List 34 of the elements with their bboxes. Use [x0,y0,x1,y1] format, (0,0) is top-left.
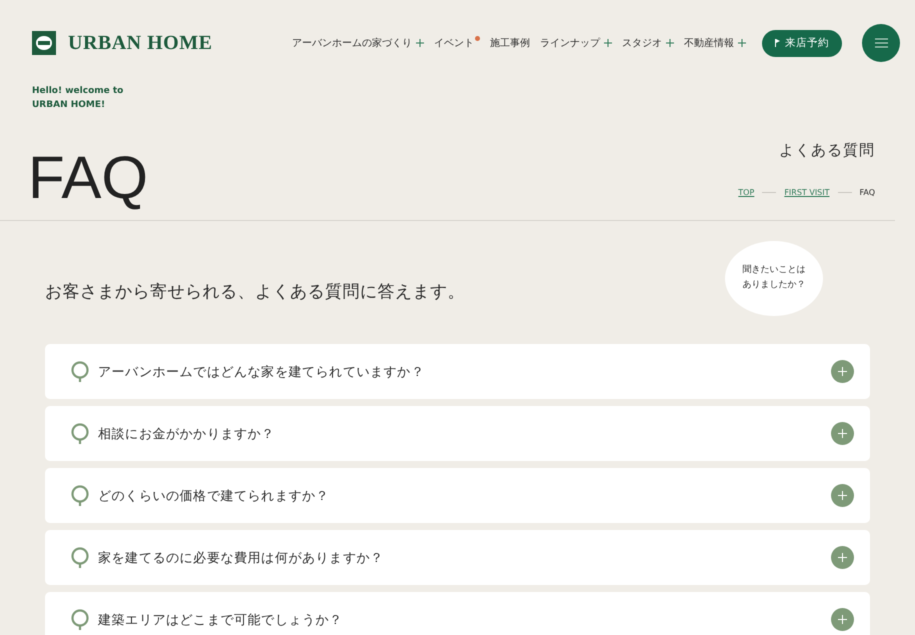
q-mark-icon [71,608,89,630]
breadcrumb-link[interactable]: FAQ [860,188,875,197]
faq-question[interactable]: アーバンホームではどんな家を建てられていますか？ [45,344,870,399]
plus-icon [666,36,674,50]
plus-icon [416,36,424,50]
nav-link[interactable]: イベント [434,36,480,50]
welcome-text: Hello! welcome to URBAN HOME! [32,85,124,112]
nav-link[interactable]: 不動産情報 [684,36,746,50]
logo-text[interactable]: URBAN HOME [68,32,212,54]
nav-link[interactable]: スタジオ [622,36,674,50]
nav-link[interactable]: アーバンホームの家づくり [292,36,424,50]
plus-icon [604,36,612,50]
nav-link[interactable]: 施工事例 [490,36,530,50]
faq-question[interactable]: どのくらいの価格で建てられますか？ [45,468,870,523]
q-mark-icon [71,360,89,382]
speech-bubble: 聞きたいことは ありましたか？ [725,240,823,316]
breadcrumb-link[interactable]: TOP [738,188,754,197]
faq-question[interactable]: 建築エリアはどこまで可能でしょうか？ [45,592,870,635]
plus-icon [738,36,746,50]
lead-text: お客さまから寄せられる、よくある質問に答えます。 [45,280,465,302]
notification-dot [475,36,480,41]
q-mark-icon [71,546,89,568]
faq-question[interactable]: 家を建てるのに必要な費用は何がありますか？ [45,530,870,585]
breadcrumb-link[interactable]: FIRST VISIT [784,188,830,197]
flag-icon [775,39,781,47]
q-mark-icon [71,422,89,444]
nav-link[interactable]: ラインナップ [540,36,612,50]
logo-icon [32,31,56,55]
faq-question[interactable]: 相談にお金がかかりますか？ [45,406,870,461]
q-mark-icon [71,484,89,506]
reservation-button[interactable]: 来店予約 [762,30,842,56]
page-subtitle: よくある質問 [779,141,875,160]
menu-button[interactable] [862,24,900,62]
menu-icon [874,38,888,48]
